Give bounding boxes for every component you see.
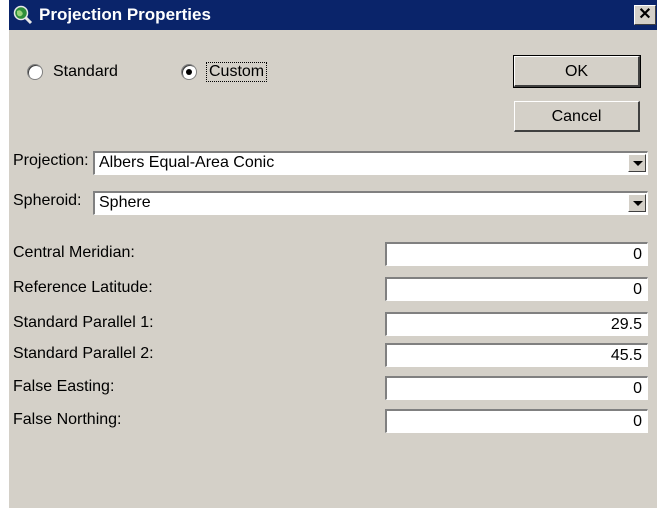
- radio-standard[interactable]: Standard: [27, 60, 118, 84]
- false-easting-input[interactable]: 0: [385, 376, 648, 400]
- false-northing-label: False Northing:: [13, 411, 122, 428]
- radio-standard-label: Standard: [53, 63, 118, 80]
- window-title: Projection Properties: [39, 5, 211, 24]
- standard-parallel-2-input[interactable]: 45.5: [385, 343, 648, 367]
- spheroid-label: Spheroid:: [13, 192, 82, 209]
- spheroid-value: Sphere: [99, 194, 151, 211]
- reference-latitude-label: Reference Latitude:: [13, 279, 153, 296]
- radio-custom[interactable]: Custom: [181, 60, 268, 84]
- globe-magnifier-icon: [13, 5, 33, 25]
- standard-parallel-1-input[interactable]: 29.5: [385, 312, 648, 336]
- ok-button[interactable]: OK: [513, 55, 641, 88]
- chevron-down-icon[interactable]: [628, 194, 646, 212]
- central-meridian-input[interactable]: 0: [385, 242, 648, 266]
- title-bar[interactable]: Projection Properties ✕: [9, 0, 657, 30]
- close-button[interactable]: ✕: [634, 5, 656, 25]
- projection-properties-dialog: Projection Properties ✕ Standard Custom …: [8, 0, 657, 508]
- reference-latitude-input[interactable]: 0: [385, 277, 648, 301]
- chevron-down-icon[interactable]: [628, 154, 646, 172]
- cancel-button[interactable]: Cancel: [514, 101, 640, 132]
- projection-value: Albers Equal-Area Conic: [99, 154, 275, 171]
- spheroid-select[interactable]: Sphere: [93, 191, 648, 215]
- standard-parallel-2-label: Standard Parallel 2:: [13, 345, 154, 362]
- radio-custom-circle[interactable]: [181, 64, 197, 80]
- radio-custom-label: Custom: [205, 62, 268, 82]
- radio-standard-circle[interactable]: [27, 64, 43, 80]
- standard-parallel-1-label: Standard Parallel 1:: [13, 314, 154, 331]
- central-meridian-label: Central Meridian:: [13, 244, 135, 261]
- projection-select[interactable]: Albers Equal-Area Conic: [93, 151, 648, 175]
- projection-label: Projection:: [13, 152, 89, 169]
- false-northing-input[interactable]: 0: [385, 409, 648, 433]
- false-easting-label: False Easting:: [13, 378, 115, 395]
